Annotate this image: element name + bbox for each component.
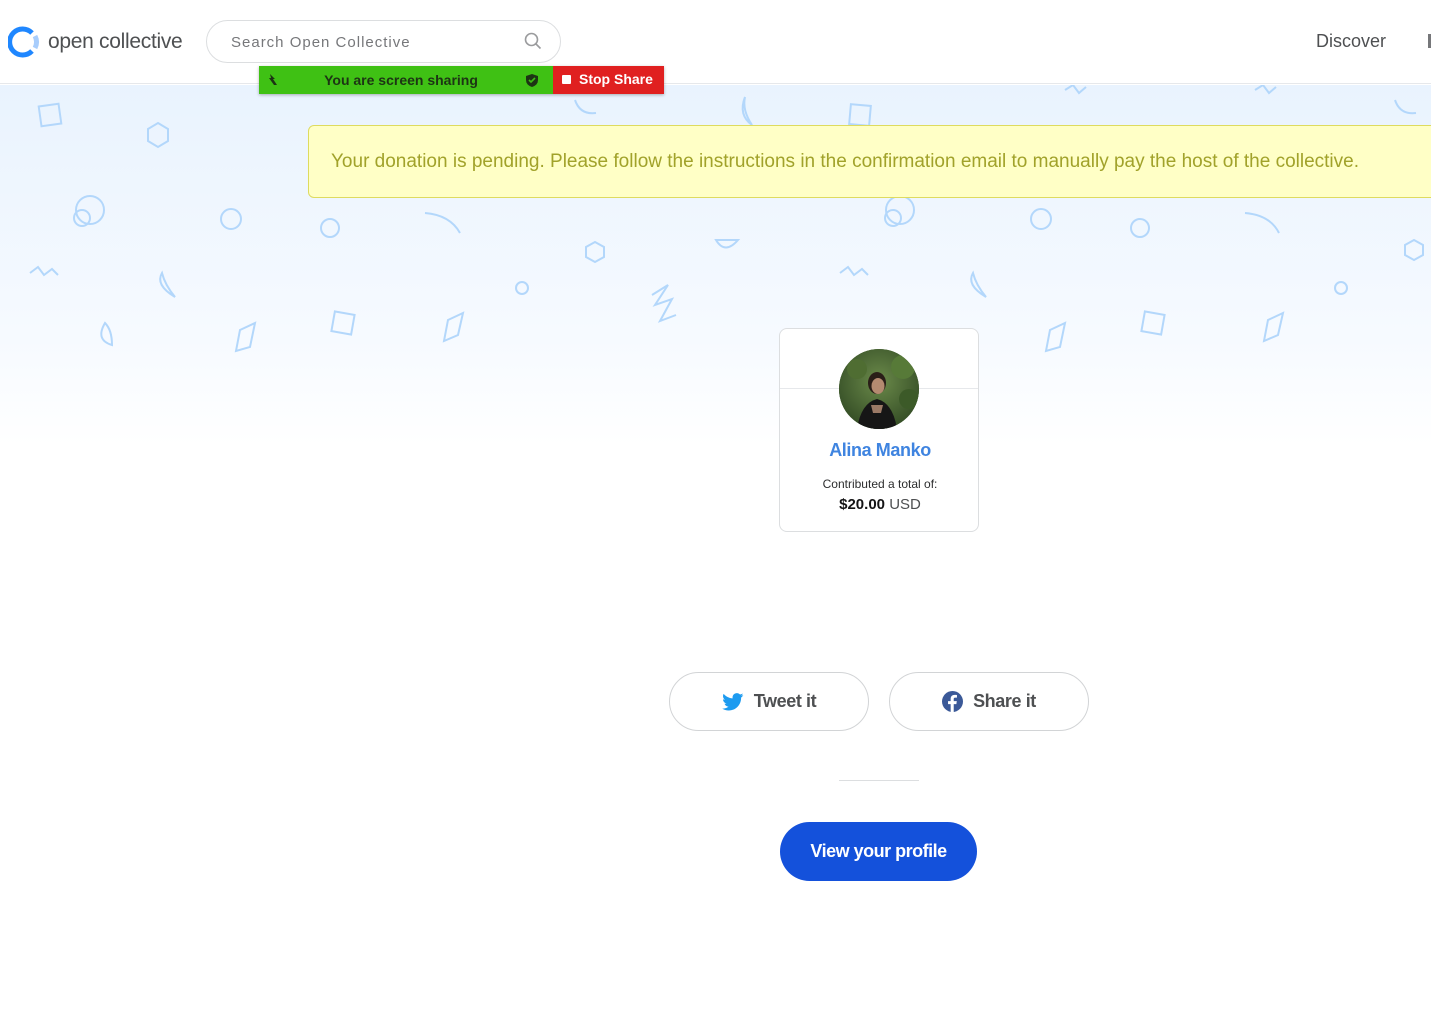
contributor-card: Alina Manko Contributed a total of: $20.… [779, 328, 979, 532]
avatar[interactable] [839, 349, 919, 429]
search-box[interactable] [206, 20, 561, 63]
shield-icon [526, 74, 538, 87]
contributor-name[interactable]: Alina Manko [780, 440, 978, 461]
tweet-label: Tweet it [753, 691, 817, 711]
logo[interactable]: open collective [8, 26, 183, 58]
view-profile-button[interactable]: View your profile [780, 822, 977, 881]
top-navbar: open collective Discover [0, 0, 1431, 84]
facebook-share-button[interactable]: Share it [889, 672, 1089, 731]
stop-icon [562, 75, 571, 84]
contribution-total-label: Contributed a total of: [822, 477, 938, 491]
contribution-amount: $20.00 USD [780, 496, 978, 513]
twitter-icon [721, 692, 744, 710]
nav-discover-link[interactable]: Discover [1316, 31, 1386, 52]
banner-message: Your donation is pending. Please follow … [331, 151, 1360, 172]
amount-value: $20.00 [839, 496, 886, 513]
share-label: Share it [973, 691, 1036, 711]
stop-share-label: Stop Share [579, 71, 653, 87]
amount-currency: USD [889, 496, 921, 513]
search-input[interactable] [231, 31, 521, 53]
logo-text: open collective [48, 30, 183, 53]
facebook-icon [942, 691, 964, 712]
divider [839, 780, 919, 781]
screen-share-status[interactable]: You are screen sharing [259, 66, 553, 94]
avatar-image [839, 349, 919, 429]
open-collective-logo-icon [8, 26, 39, 58]
screen-share-text: You are screen sharing [324, 72, 478, 88]
screen-share-bar: You are screen sharing Stop Share [259, 66, 664, 94]
stop-share-button[interactable]: Stop Share [553, 66, 664, 94]
search-icon[interactable] [524, 32, 542, 50]
tweet-button[interactable]: Tweet it [669, 672, 869, 731]
pending-donation-banner: Your donation is pending. Please follow … [308, 125, 1431, 198]
